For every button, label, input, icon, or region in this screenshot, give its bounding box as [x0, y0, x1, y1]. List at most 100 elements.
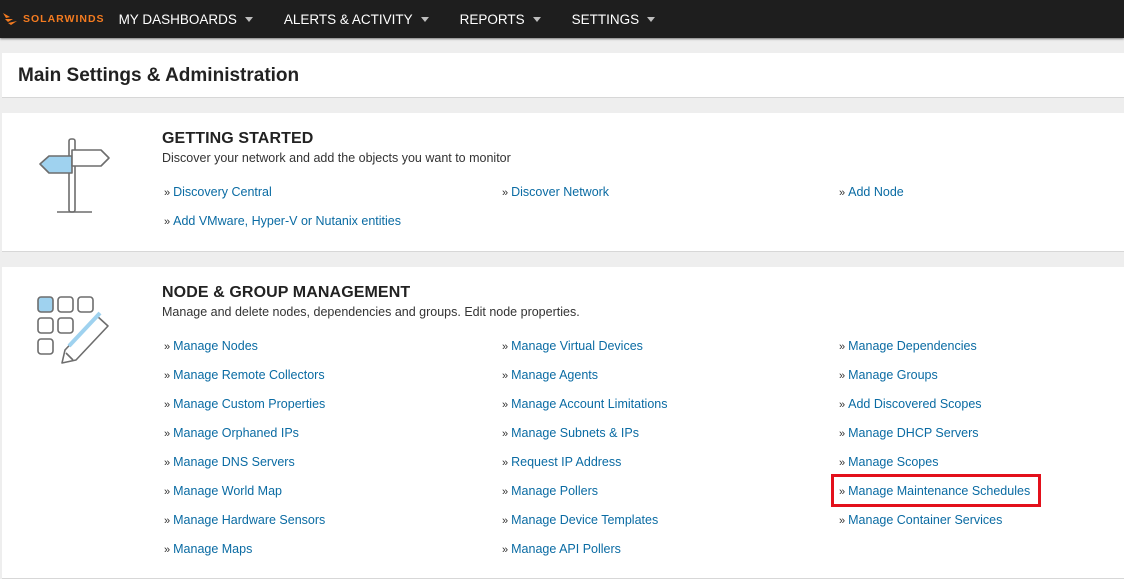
section-description: Manage and delete nodes, dependencies an…: [162, 305, 580, 319]
link-add-node[interactable]: » Add Node: [839, 185, 904, 199]
nav-label: ALERTS & ACTIVITY: [283, 11, 413, 27]
link-add-discovered-scopes[interactable]: » Add Discovered Scopes: [839, 397, 982, 411]
link-label: Manage Scopes: [848, 455, 939, 469]
link-manage-dns-servers[interactable]: » Manage DNS Servers: [164, 455, 295, 469]
link-label: Manage Account Limitations: [511, 397, 668, 411]
solarwinds-flame-icon: [3, 13, 17, 25]
bullet-arrow-icon: »: [839, 399, 846, 411]
logo-text: SOLARWINDS: [23, 13, 105, 25]
link-label: Manage World Map: [173, 484, 282, 498]
nav-label: MY DASHBOARDS: [118, 11, 237, 27]
bullet-arrow-icon: »: [502, 428, 509, 440]
link-label: Add Node: [848, 185, 904, 199]
nav-label: REPORTS: [459, 11, 525, 27]
link-manage-dependencies[interactable]: » Manage Dependencies: [839, 339, 977, 353]
solarwinds-logo[interactable]: SOLARWINDS: [0, 0, 105, 38]
link-manage-container-services[interactable]: » Manage Container Services: [839, 513, 1002, 527]
bullet-arrow-icon: »: [164, 216, 171, 228]
node-group-management-panel: NODE & GROUP MANAGEMENT Manage and delet…: [2, 267, 1124, 579]
signpost-icon: [39, 138, 110, 213]
link-label: Manage Remote Collectors: [173, 368, 325, 382]
link-manage-subnets-ips[interactable]: » Manage Subnets & IPs: [502, 426, 639, 440]
bullet-arrow-icon: »: [502, 544, 509, 556]
link-label: Manage Custom Properties: [173, 397, 326, 411]
link-request-ip-address[interactable]: » Request IP Address: [502, 455, 621, 469]
link-label: Manage Container Services: [848, 513, 1003, 527]
link-manage-scopes[interactable]: » Manage Scopes: [839, 455, 938, 469]
link-manage-world-map[interactable]: » Manage World Map: [164, 484, 282, 498]
link-manage-pollers[interactable]: » Manage Pollers: [502, 484, 598, 498]
bullet-arrow-icon: »: [164, 370, 171, 382]
page-title: Main Settings & Administration: [18, 65, 300, 86]
bullet-arrow-icon: »: [164, 515, 171, 527]
link-manage-groups[interactable]: » Manage Groups: [839, 368, 938, 382]
bullet-arrow-icon: »: [164, 544, 171, 556]
link-label: Manage DHCP Servers: [848, 426, 979, 440]
link-label: Manage Hardware Sensors: [173, 513, 326, 527]
caret-down-icon: [647, 16, 656, 22]
nav-label: SETTINGS: [571, 11, 640, 27]
link-manage-hardware-sensors[interactable]: » Manage Hardware Sensors: [164, 513, 325, 527]
link-manage-maps[interactable]: » Manage Maps: [164, 542, 252, 556]
link-add-virtual-entities[interactable]: » Add VMware, Hyper-V or Nutanix entities: [164, 214, 401, 228]
link-label: Manage API Pollers: [511, 542, 621, 556]
link-manage-account-limitations[interactable]: » Manage Account Limitations: [502, 397, 667, 411]
link-label: Discover Network: [511, 185, 610, 199]
highlight-annotation-box: [831, 474, 1041, 507]
link-manage-agents[interactable]: » Manage Agents: [502, 368, 598, 382]
bullet-arrow-icon: »: [839, 341, 846, 353]
link-label: Add VMware, Hyper-V or Nutanix entities: [173, 214, 401, 228]
link-label: Manage Subnets & IPs: [511, 426, 639, 440]
nav-alerts-activity[interactable]: ALERTS & ACTIVITY: [284, 0, 429, 38]
nav-reports[interactable]: REPORTS: [460, 0, 541, 38]
link-label: Manage Maps: [173, 542, 253, 556]
bullet-arrow-icon: »: [839, 370, 846, 382]
link-discovery-central[interactable]: » Discovery Central: [164, 185, 272, 199]
link-label: Manage Agents: [511, 368, 598, 382]
caret-down-icon: [420, 16, 429, 22]
bullet-arrow-icon: »: [839, 457, 846, 469]
link-manage-dhcp-servers[interactable]: » Manage DHCP Servers: [839, 426, 979, 440]
bullet-arrow-icon: »: [839, 428, 846, 440]
link-label: Manage Orphaned IPs: [173, 426, 299, 440]
section-title: GETTING STARTED: [162, 130, 314, 147]
bullet-arrow-icon: »: [502, 457, 509, 469]
caret-down-icon: [532, 16, 541, 22]
link-manage-remote-collectors[interactable]: » Manage Remote Collectors: [164, 368, 325, 382]
getting-started-panel: GETTING STARTED Discover your network an…: [2, 113, 1124, 252]
bullet-arrow-icon: »: [164, 428, 171, 440]
section-description: Discover your network and add the object…: [162, 151, 511, 165]
bullet-arrow-icon: »: [164, 486, 171, 498]
bullet-arrow-icon: »: [502, 370, 509, 382]
link-label: Add Discovered Scopes: [848, 397, 982, 411]
page-title-bar: Main Settings & Administration: [2, 53, 1124, 98]
bullet-arrow-icon: »: [164, 457, 171, 469]
bullet-arrow-icon: »: [164, 399, 171, 411]
link-label: Manage Pollers: [511, 484, 598, 498]
link-discover-network[interactable]: » Discover Network: [502, 185, 609, 199]
link-manage-api-pollers[interactable]: » Manage API Pollers: [502, 542, 621, 556]
link-manage-virtual-devices[interactable]: » Manage Virtual Devices: [502, 339, 643, 353]
bullet-arrow-icon: »: [839, 187, 846, 199]
link-label: Manage DNS Servers: [173, 455, 295, 469]
link-manage-device-templates[interactable]: » Manage Device Templates: [502, 513, 658, 527]
link-label: Manage Nodes: [173, 339, 258, 353]
bullet-arrow-icon: »: [502, 399, 509, 411]
nav-my-dashboards[interactable]: MY DASHBOARDS: [119, 0, 253, 38]
link-label: Manage Groups: [848, 368, 938, 382]
link-label: Manage Virtual Devices: [511, 339, 643, 353]
top-navigation-bar: SOLARWINDS MY DASHBOARDS ALERTS & ACTIVI…: [0, 0, 1124, 38]
nav-settings[interactable]: SETTINGS: [572, 0, 656, 38]
link-manage-nodes[interactable]: » Manage Nodes: [164, 339, 258, 353]
link-label: Manage Dependencies: [848, 339, 977, 353]
link-label: Request IP Address: [511, 455, 622, 469]
section-title: NODE & GROUP MANAGEMENT: [162, 284, 411, 301]
grid-pencil-icon: [37, 296, 109, 364]
link-manage-orphaned-ips[interactable]: » Manage Orphaned IPs: [164, 426, 299, 440]
bullet-arrow-icon: »: [502, 515, 509, 527]
caret-down-icon: [244, 16, 253, 22]
link-manage-custom-properties[interactable]: » Manage Custom Properties: [164, 397, 325, 411]
bullet-arrow-icon: »: [839, 515, 846, 527]
bullet-arrow-icon: »: [502, 187, 509, 199]
link-label: Manage Device Templates: [511, 513, 659, 527]
